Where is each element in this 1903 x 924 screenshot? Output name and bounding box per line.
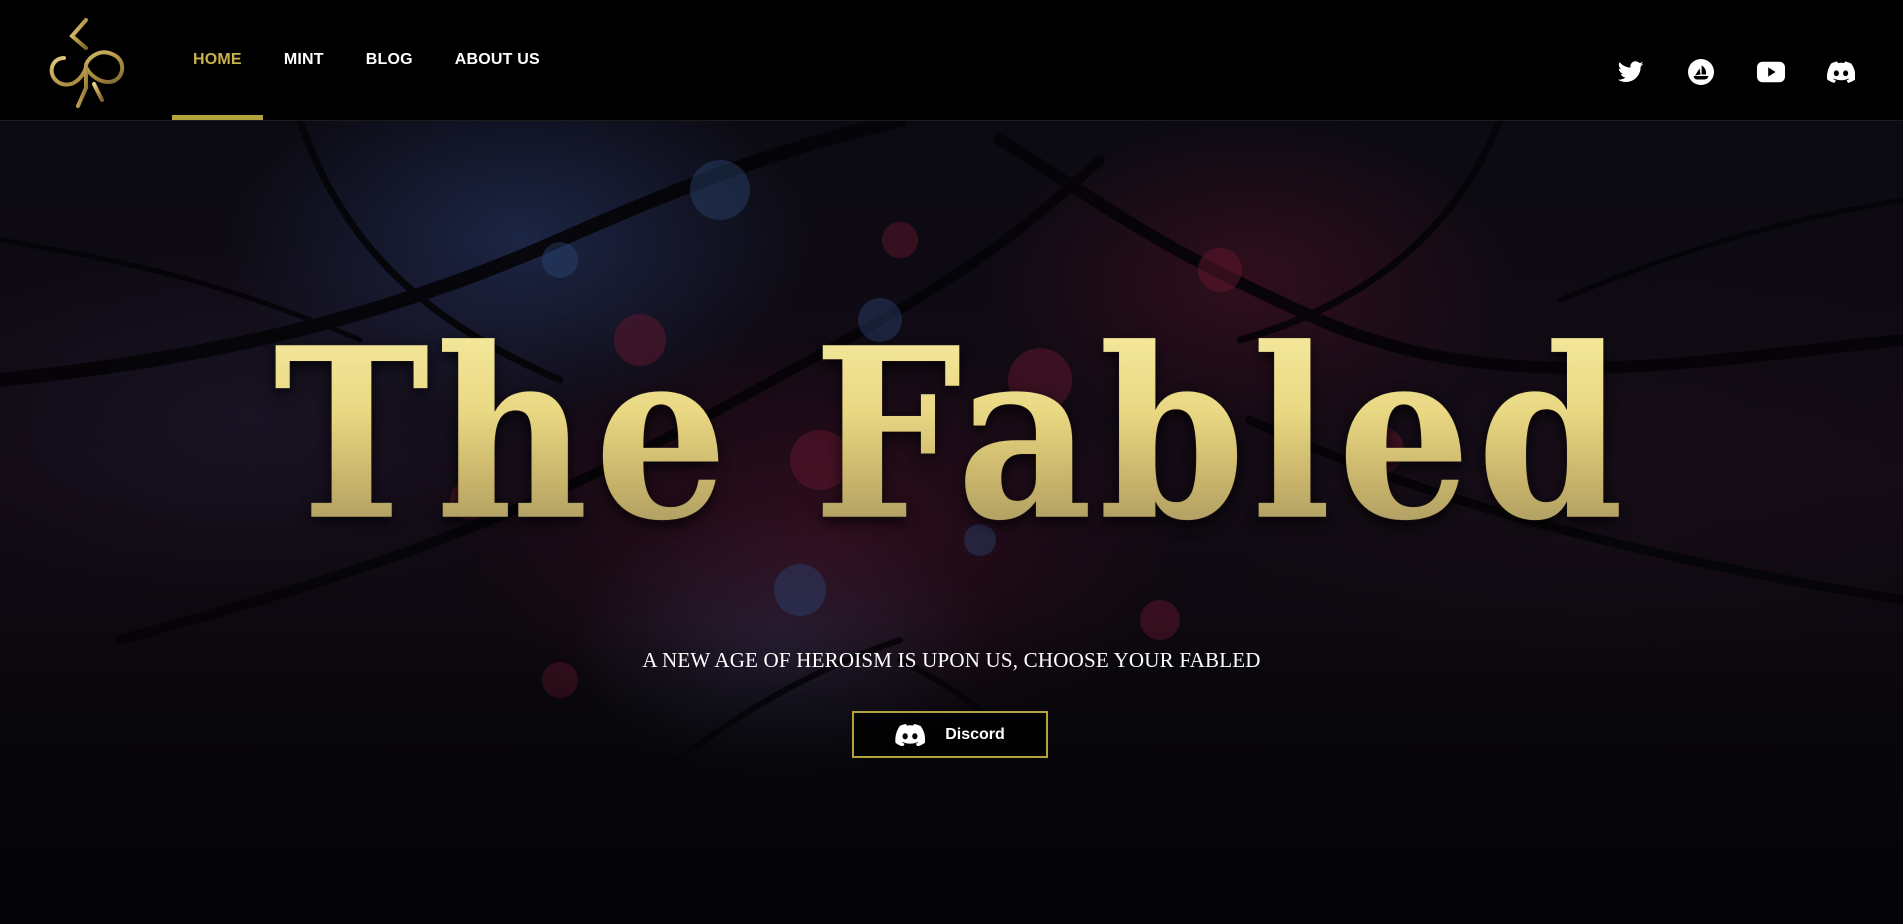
social-links [1617,58,1855,86]
nav-item-mint[interactable]: MINT [263,0,345,120]
nav-item-label: BLOG [365,51,413,68]
hero-title-wrap: The Fabled [0,317,1903,552]
opensea-icon [1688,59,1714,85]
discord-button-label: Discord [945,725,1005,743]
fabled-logo[interactable] [42,18,132,110]
discord-button[interactable]: Discord [852,711,1048,758]
discord-link[interactable] [1827,58,1855,86]
opensea-link[interactable] [1687,58,1715,86]
discord-icon [895,723,926,746]
nav-item-label: HOME [193,51,242,68]
nav-item-label: ABOUT US [454,51,540,68]
nav-item-blog[interactable]: BLOG [345,0,434,120]
twitter-icon [1618,61,1644,82]
youtube-icon [1757,61,1785,83]
youtube-link[interactable] [1757,58,1785,86]
twitter-link[interactable] [1617,58,1645,86]
fabled-logo-icon [49,18,124,108]
nav-item-label: MINT [283,51,324,68]
discord-icon [1827,61,1855,83]
site-header: HOME MINT BLOG ABOUT US [0,0,1903,121]
page: HOME MINT BLOG ABOUT US The Fabled A NEW… [0,0,1903,924]
nav-item-about-us[interactable]: ABOUT US [434,0,561,120]
hero-title: The Fabled [273,296,1630,573]
main-nav: HOME MINT BLOG ABOUT US [172,0,561,120]
hero-tagline: A NEW AGE OF HEROISM IS UPON US, CHOOSE … [642,648,1261,672]
nav-item-home[interactable]: HOME [172,0,263,120]
